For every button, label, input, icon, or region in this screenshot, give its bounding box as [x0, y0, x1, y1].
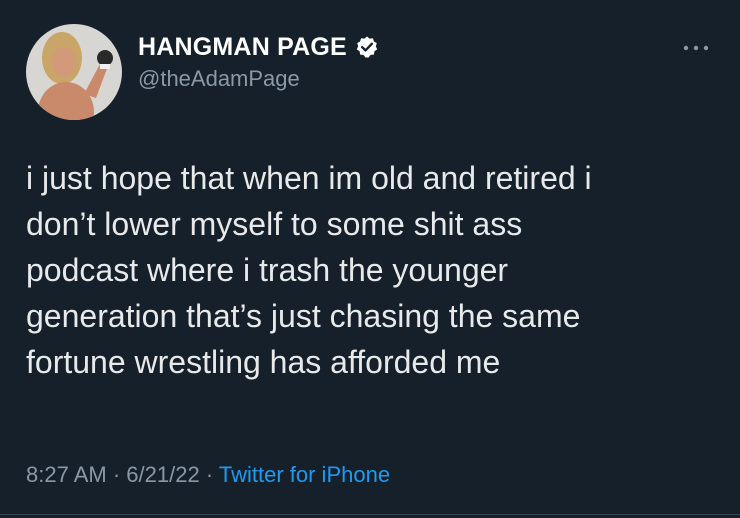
meta-separator: · — [112, 462, 121, 487]
tweet-text-line: don’t lower myself to some shit ass — [26, 206, 523, 242]
tweet-text-line: generation that’s just chasing the same — [26, 298, 581, 334]
more-options-icon[interactable] — [676, 38, 716, 58]
tweet-author[interactable]: HANGMAN PAGE @theAdamPage — [138, 32, 379, 92]
tweet-text: i just hope that when im old and retired… — [26, 155, 726, 385]
meta-separator: · — [205, 462, 214, 487]
author-name-row: HANGMAN PAGE — [138, 32, 379, 62]
verified-badge-icon — [355, 35, 379, 59]
display-name[interactable]: HANGMAN PAGE — [138, 33, 347, 62]
avatar[interactable] — [26, 24, 122, 120]
tweet-text-line: fortune wrestling has afforded me — [26, 344, 501, 380]
tweet-text-line: podcast where i trash the younger — [26, 252, 509, 288]
tweet-text-line: i just hope that when im old and retired… — [26, 160, 592, 196]
divider — [0, 514, 740, 515]
tweet-metadata: 8:27 AM · 6/21/22 · Twitter for iPhone — [26, 462, 390, 488]
tweet-card: HANGMAN PAGE @theAdamPage i just hope th… — [0, 0, 740, 518]
tweet-source-link[interactable]: Twitter for iPhone — [219, 462, 390, 487]
author-handle[interactable]: @theAdamPage — [138, 66, 379, 92]
tweet-time[interactable]: 8:27 AM — [26, 462, 107, 487]
tweet-date[interactable]: 6/21/22 — [126, 462, 199, 487]
